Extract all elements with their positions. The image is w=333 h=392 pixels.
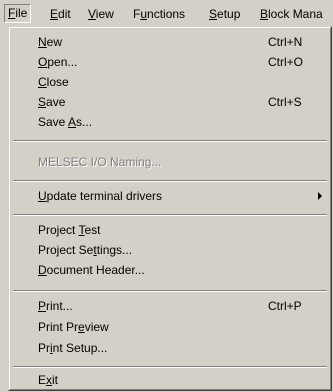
menu-item-save-as-label: Save As...: [38, 115, 93, 129]
menu-item-print-label: Print...: [38, 299, 73, 313]
menu-item-save[interactable]: Save Ctrl+S: [12, 92, 328, 112]
menu-setup[interactable]: Setup: [209, 7, 240, 21]
menu-item-open-label: Open...: [38, 55, 78, 69]
menu-item-new[interactable]: New Ctrl+N: [12, 32, 328, 52]
menu-item-open-shortcut: Ctrl+O: [268, 55, 304, 69]
menu-item-new-label: New: [38, 35, 63, 49]
menu-view-rest: iew: [95, 7, 114, 21]
menu-item-melsec-label: MELSEC I/O Naming...: [38, 155, 162, 169]
menu-functions-rest: nctions: [147, 7, 186, 21]
menu-item-close[interactable]: Close: [12, 72, 328, 92]
menu-edit[interactable]: Edit: [50, 7, 71, 21]
menu-item-save-shortcut: Ctrl+S: [268, 95, 302, 109]
file-menu-border: New Ctrl+N Open... Ctrl+O Close Save Ctr…: [9, 27, 331, 390]
menu-separator: [13, 366, 327, 368]
menu-item-close-label: Close: [38, 75, 69, 89]
menu-item-print-shortcut: Ctrl+P: [268, 299, 302, 313]
menu-block-rest: lock Mana: [268, 7, 323, 21]
file-menu-dropdown: New Ctrl+N Open... Ctrl+O Close Save Ctr…: [8, 26, 332, 391]
menu-file-rest: ile: [15, 6, 28, 20]
menu-item-save-label: Save: [38, 95, 66, 109]
menu-file[interactable]: File: [4, 4, 32, 23]
menu-separator: [13, 290, 327, 292]
menu-separator: [13, 180, 327, 182]
menu-item-new-shortcut: Ctrl+N: [268, 35, 303, 49]
menu-item-document-header[interactable]: Document Header...: [12, 260, 328, 280]
menu-item-project-settings-label: Project Settings...: [38, 243, 133, 257]
menu-item-document-header-label: Document Header...: [38, 263, 145, 277]
menu-setup-rest: etup: [217, 7, 241, 21]
menu-item-save-as[interactable]: Save As...: [12, 112, 328, 132]
menu-item-print-setup[interactable]: Print Setup...: [12, 338, 328, 358]
submenu-arrow-icon: [318, 192, 322, 200]
menu-separator: [13, 214, 327, 216]
menu-view[interactable]: View: [88, 7, 114, 21]
menu-item-update-terminal-drivers[interactable]: Update terminal drivers: [12, 186, 328, 206]
menu-item-update-label: Update terminal drivers: [38, 189, 163, 203]
menu-edit-rest: dit: [58, 7, 71, 21]
menu-item-project-test[interactable]: Project Test: [12, 220, 328, 240]
menu-item-print[interactable]: Print... Ctrl+P: [12, 296, 328, 316]
menu-item-print-preview[interactable]: Print Preview: [12, 317, 328, 337]
menu-item-open[interactable]: Open... Ctrl+O: [12, 52, 328, 72]
menu-item-project-test-label: Project Test: [38, 223, 101, 237]
menu-block-manager[interactable]: Block Mana: [260, 7, 323, 21]
menu-bar: File Edit View Functions Setup Block Man…: [0, 0, 333, 26]
menu-item-print-setup-label: Print Setup...: [38, 341, 108, 355]
menu-item-project-settings[interactable]: Project Settings...: [12, 240, 328, 260]
menu-item-exit-label: Exit: [38, 373, 59, 387]
menu-functions[interactable]: Functions: [133, 7, 185, 21]
menu-item-print-preview-label: Print Preview: [38, 320, 109, 334]
menu-item-exit[interactable]: Exit: [12, 370, 328, 390]
menu-item-melsec-io-naming: MELSEC I/O Naming...: [12, 152, 328, 172]
menu-separator: [13, 140, 327, 142]
